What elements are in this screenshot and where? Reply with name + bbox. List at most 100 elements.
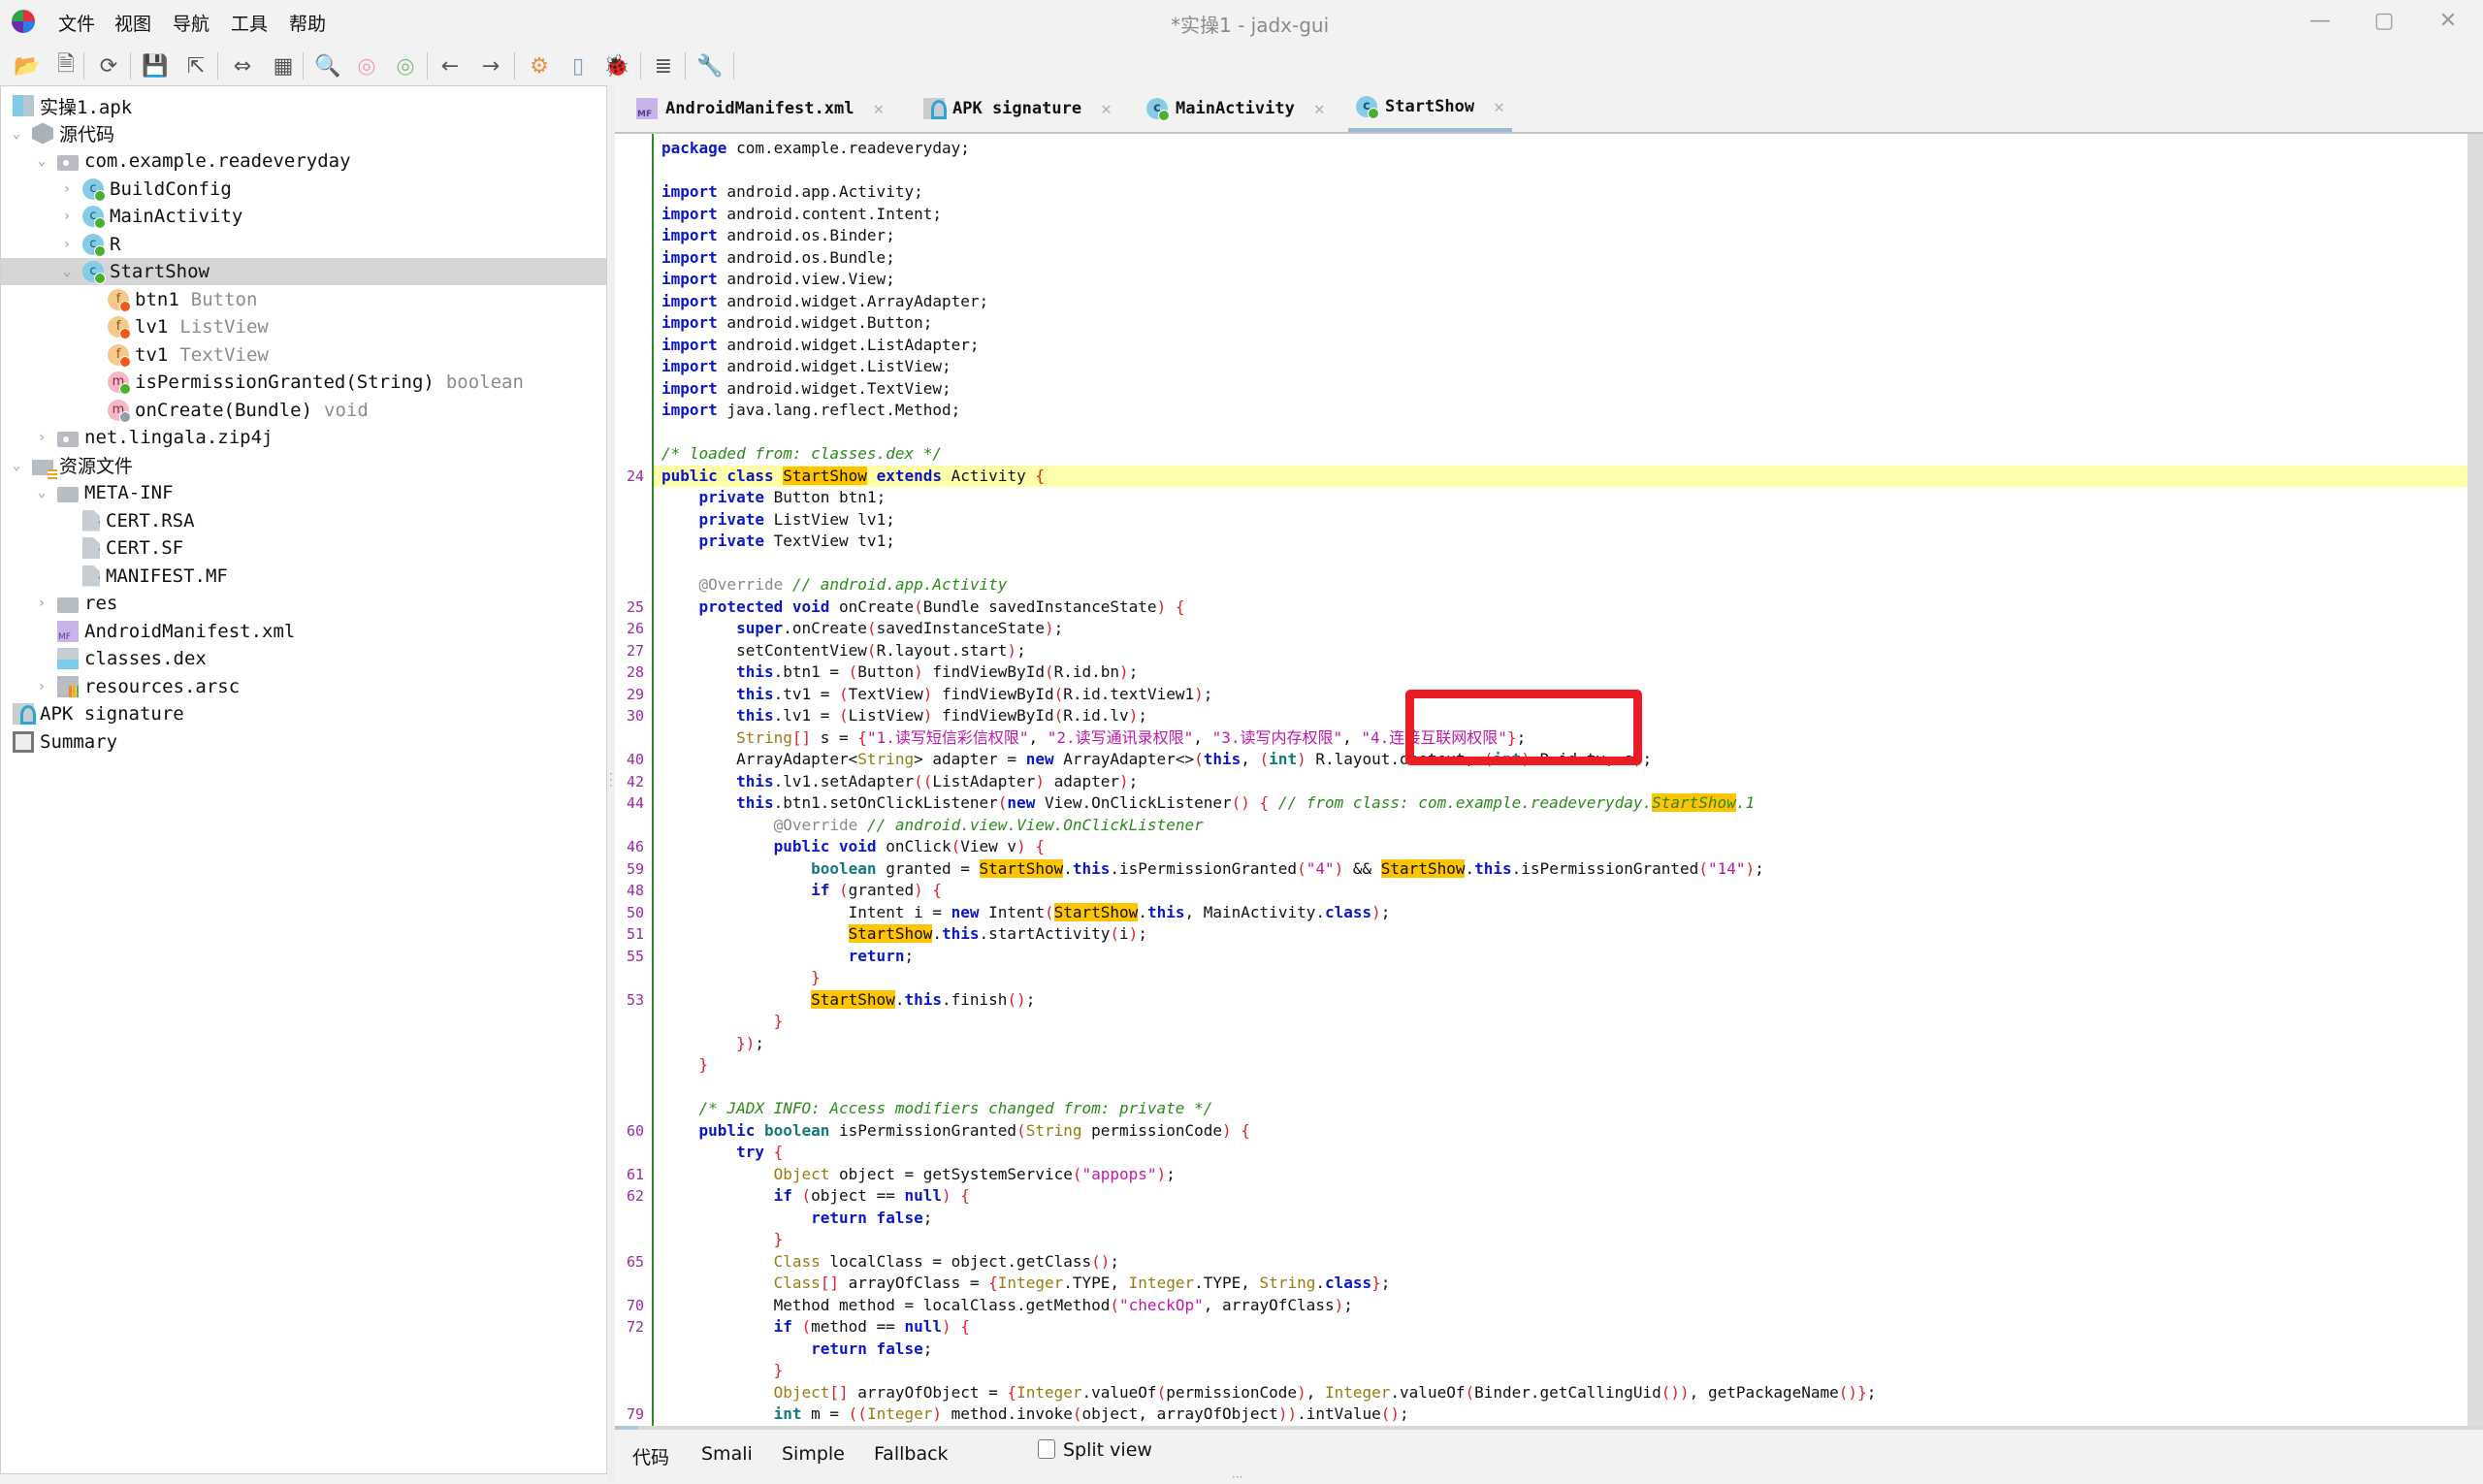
chevron-right-icon[interactable]: › — [32, 430, 51, 445]
code-line[interactable]: import android.widget.ListAdapter; — [661, 335, 980, 357]
tab-mainactivity[interactable]: c MainActivity ✕ — [1139, 85, 1333, 132]
tree-item[interactable]: ⌄ c StartShow — [1, 258, 606, 285]
back-button[interactable]: ← — [435, 50, 466, 81]
add-files-button[interactable]: 🗎 — [50, 50, 81, 81]
split-view-checkbox[interactable] — [1038, 1439, 1055, 1459]
close-window-button[interactable]: ✕ — [2429, 6, 2467, 37]
code-line[interactable]: Method method = localClass.getMethod("ch… — [661, 1295, 1353, 1317]
flatten-packages-button[interactable]: ⇔ — [227, 50, 258, 81]
menu-tools[interactable]: 工具 — [231, 10, 268, 36]
code-line[interactable]: @Override // android.app.Activity — [661, 574, 1008, 597]
code-line[interactable]: this.btn1 = (Button) findViewById(R.id.b… — [661, 661, 1138, 684]
code-line[interactable]: Class[] arrayOfClass = {Integer.TYPE, In… — [661, 1273, 1391, 1295]
tree-item[interactable]: f btn1 Button — [1, 286, 606, 313]
code-line[interactable]: } — [661, 1229, 784, 1251]
code-line[interactable]: import android.widget.TextView; — [661, 378, 951, 401]
vertical-scrollbar[interactable] — [2467, 134, 2483, 1426]
search-text-button[interactable]: 🔍 — [312, 50, 343, 81]
forward-button[interactable]: → — [475, 50, 506, 81]
code-line[interactable]: setContentView(R.layout.start); — [661, 640, 1026, 662]
debugger-button[interactable]: 🐞 — [601, 50, 632, 81]
tree-item[interactable]: › res — [1, 590, 606, 617]
code-line[interactable]: import android.widget.ArrayAdapter; — [661, 291, 988, 313]
menu-view[interactable]: 视图 — [114, 10, 151, 36]
tree-item[interactable]: ⌄ 源代码 — [1, 120, 606, 147]
tree-item[interactable]: ⌄ com.example.readeveryday — [1, 147, 606, 175]
menu-file[interactable]: 文件 — [58, 10, 95, 36]
smali-view-button[interactable]: ▯ — [563, 50, 594, 81]
chevron-right-icon[interactable]: › — [57, 181, 77, 197]
code-line[interactable]: super.onCreate(savedInstanceState); — [661, 618, 1063, 640]
chevron-right-icon[interactable]: › — [32, 596, 51, 611]
code-line[interactable]: String[] s = {"1.读写短信彩信权限", "2.读写通讯录权限",… — [661, 727, 1526, 750]
close-tab-icon[interactable]: ✕ — [873, 99, 884, 119]
code-line[interactable]: return; — [661, 946, 914, 968]
tree-item[interactable]: › c R — [1, 231, 606, 258]
close-tab-icon[interactable]: ✕ — [1314, 99, 1325, 119]
sync-button[interactable]: ⟳ — [93, 50, 124, 81]
code-line[interactable]: import android.widget.ListView; — [661, 356, 951, 378]
code-line[interactable]: this.btn1.setOnClickListener(new View.On… — [661, 792, 1755, 815]
code-line[interactable]: if (object == null) { — [661, 1185, 970, 1208]
preferences-button[interactable]: 🔧 — [694, 50, 726, 81]
code-line[interactable]: import java.lang.reflect.Method; — [661, 400, 960, 422]
chevron-down-icon[interactable]: ⌄ — [7, 458, 26, 473]
tree-item[interactable]: CERT.SF — [1, 534, 606, 562]
code-line[interactable]: Object[] arrayOfObject = {Integer.valueO… — [661, 1382, 1877, 1404]
code-line[interactable]: private TextView tv1; — [661, 531, 895, 553]
sync-tree-button[interactable]: ▦ — [268, 50, 299, 81]
tree-item[interactable]: classes.dex — [1, 645, 606, 672]
tree-item[interactable]: ⌄ 资源文件 — [1, 452, 606, 479]
minimize-button[interactable]: — — [2301, 6, 2339, 37]
tree-item[interactable]: f lv1 ListView — [1, 313, 606, 340]
tree-item[interactable]: › resources.arsc — [1, 673, 606, 700]
tree-item[interactable]: ⌄ META-INF — [1, 479, 606, 506]
code-line[interactable]: StartShow.this.startActivity(i); — [661, 923, 1147, 946]
chevron-right-icon[interactable]: › — [57, 237, 77, 252]
code-line[interactable]: } — [661, 1360, 784, 1382]
code-line[interactable]: import android.widget.Button; — [661, 312, 932, 335]
tree-item[interactable]: APK signature — [1, 700, 606, 727]
chevron-down-icon[interactable]: ⌄ — [7, 126, 26, 142]
code-line[interactable]: return false; — [661, 1208, 932, 1230]
code-line[interactable]: import android.view.View; — [661, 269, 895, 291]
code-line[interactable]: Intent i = new Intent(StartShow.this, Ma… — [661, 902, 1390, 924]
code-line[interactable]: public class StartShow extends Activity … — [661, 466, 1045, 488]
chevron-down-icon[interactable]: ⌄ — [32, 153, 51, 169]
code-line[interactable]: protected void onCreate(Bundle savedInst… — [661, 597, 1185, 619]
maximize-button[interactable]: ▢ — [2365, 6, 2403, 37]
chevron-right-icon[interactable]: › — [32, 679, 51, 694]
tree-item[interactable]: f tv1 TextView — [1, 341, 606, 369]
tree-item[interactable]: Summary — [1, 728, 606, 756]
code-line[interactable]: public boolean isPermissionGranted(Strin… — [661, 1120, 1250, 1143]
code-line[interactable]: int m = ((Integer) method.invoke(object,… — [661, 1403, 1409, 1426]
tree-item[interactable]: CERT.RSA — [1, 507, 606, 534]
code-line[interactable]: Object object = getSystemService("appops… — [661, 1164, 1176, 1186]
tree-item[interactable]: MANIFEST.MF — [1, 563, 606, 590]
code-line[interactable]: boolean granted = StartShow.this.isPermi… — [661, 858, 1764, 881]
code-line[interactable]: import android.os.Bundle; — [661, 247, 895, 270]
tree-item[interactable]: AndroidManifest.xml — [1, 618, 606, 645]
divider-grip-icon[interactable]: · · · — [609, 768, 613, 791]
code-line[interactable]: StartShow.this.finish(); — [661, 989, 1035, 1012]
tab-fallback[interactable]: Fallback — [874, 1443, 949, 1465]
code-line[interactable]: Class localClass = object.getClass(); — [661, 1251, 1119, 1274]
tree-item[interactable]: m isPermissionGranted(String) boolean — [1, 369, 606, 396]
code-line[interactable]: } — [661, 1054, 709, 1077]
tab-simple[interactable]: Simple — [782, 1443, 845, 1465]
chevron-right-icon[interactable]: › — [57, 209, 77, 224]
tab-smali[interactable]: Smali — [701, 1443, 753, 1465]
code-line[interactable]: } — [661, 967, 821, 989]
log-viewer-button[interactable]: ≣ — [648, 50, 679, 81]
search-class-button[interactable]: ◎ — [351, 50, 382, 81]
code-line[interactable]: package com.example.readeveryday; — [661, 138, 970, 160]
tree-item[interactable]: › c MainActivity — [1, 203, 606, 230]
code-line[interactable]: if (method == null) { — [661, 1316, 970, 1339]
code-line[interactable]: public void onClick(View v) { — [661, 836, 1045, 858]
code-line[interactable]: }); — [661, 1033, 764, 1055]
code-line[interactable]: try { — [661, 1142, 783, 1164]
tab-code[interactable]: 代码 — [632, 1443, 669, 1469]
menu-navigation[interactable]: 导航 — [173, 10, 210, 36]
tab-androidmanifest-xml[interactable]: AndroidManifest.xml ✕ — [629, 85, 891, 132]
code-editor[interactable]: 24 25 26 27 28 29 30 40 42 44 46 59 48 50 51 55 53 60 61 62… — [615, 134, 2467, 1426]
